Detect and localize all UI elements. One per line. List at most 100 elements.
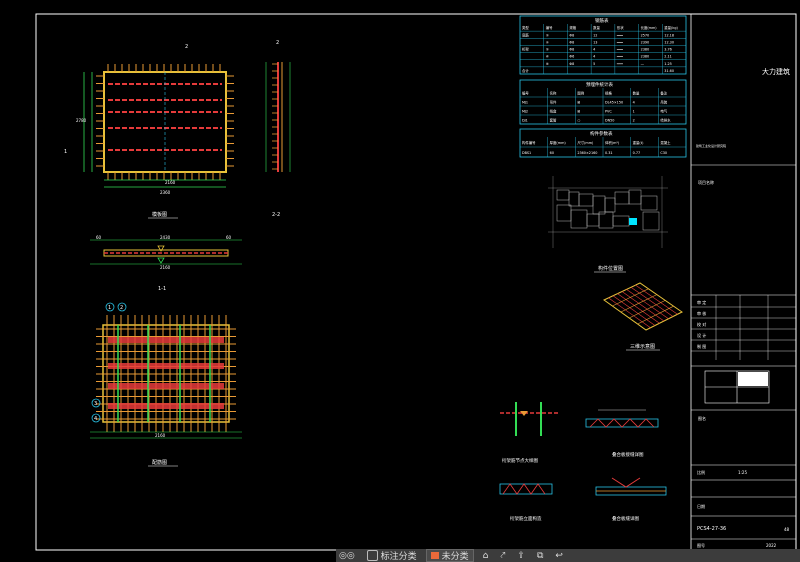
table-cell: 数量 bbox=[633, 90, 640, 95]
table-cell: 5 bbox=[593, 62, 595, 66]
file-icon bbox=[430, 552, 439, 559]
viewer-toolbar: ◎◎ 标注分类 未分类 ⌂ ⤤ ⇪ ⧉ ↩ bbox=[336, 549, 800, 562]
table-cell: 3.76 bbox=[664, 48, 672, 52]
copy-icon[interactable]: ⧉ bbox=[534, 549, 546, 562]
table-cell: Φ8 bbox=[569, 62, 574, 66]
table-cell: 60 bbox=[550, 151, 554, 155]
table-cell: 规格 bbox=[569, 25, 576, 30]
document-tab[interactable]: 未分类 bbox=[425, 549, 474, 562]
embed-table: 编号 名称 图例 规格 数量 备注 MJ1 吊件 ⊠ DL45×150 4 吊装 MJ2 线盒 ⊠ PVC 1 电… bbox=[519, 79, 687, 125]
table-cell: ○ bbox=[577, 118, 580, 122]
site-building-block bbox=[568, 191, 580, 207]
table-cell: 12.30 bbox=[664, 40, 674, 44]
reinf-truss-band bbox=[108, 403, 224, 409]
svg-text:钢筋表: 钢筋表 bbox=[595, 17, 609, 24]
table-cell: 电气 bbox=[660, 108, 667, 113]
axon-rebar-cross bbox=[637, 305, 674, 325]
table-cell: 构件编号 bbox=[522, 140, 536, 145]
table-cell: 2380 bbox=[641, 48, 650, 52]
table-cell: 线盒 bbox=[550, 108, 557, 113]
svg-text:1:25: 1:25 bbox=[738, 470, 747, 475]
section-11-label: 1-1 bbox=[158, 286, 166, 292]
table-cell: ① bbox=[546, 33, 549, 37]
table-cell: 重量(kg) bbox=[664, 25, 678, 30]
table-cell: C30 bbox=[660, 151, 667, 155]
cad-viewport[interactable]: 2360 2160 2780 模板图 2 1 2-2 2 2430 2160 6… bbox=[0, 0, 800, 562]
site-building-block bbox=[556, 189, 570, 201]
table-cell: Φ8 bbox=[569, 33, 574, 37]
share-icon[interactable]: ⤤ bbox=[497, 549, 508, 562]
title-block: 大力建筑 建筑工业化设计研究院 项目名称 审 定审 核校 对设 计制 图 图名 … bbox=[690, 14, 796, 550]
svg-text:桁架筋立面构造: 桁架筋立面构造 bbox=[510, 515, 542, 522]
plan-section-mark-left: 1 bbox=[64, 149, 67, 155]
svg-text:日期: 日期 bbox=[697, 503, 705, 509]
section-22-label: 2-2 bbox=[272, 212, 280, 218]
site-building-block bbox=[640, 195, 658, 211]
param-table: 构件编号 厚度(mm) 尺寸(mm) 体积(m³) 重量(t) 混凝土 DBS1 60 2360… bbox=[519, 128, 687, 158]
site-building-block bbox=[612, 215, 630, 227]
site-plan-label: 构件位置图 bbox=[598, 265, 623, 272]
axon-rebar bbox=[635, 284, 678, 315]
svg-text:预埋件统计表: 预埋件统计表 bbox=[586, 81, 613, 88]
site-building-block bbox=[586, 213, 600, 227]
table-cell: 0.31 bbox=[605, 151, 613, 155]
title-block-role: 设 计 bbox=[697, 332, 706, 338]
svg-text:比例: 比例 bbox=[697, 469, 705, 475]
svg-text:图号: 图号 bbox=[697, 542, 705, 548]
site-building-block bbox=[578, 193, 594, 207]
drawing-number: PCS4-27-36 bbox=[697, 526, 726, 532]
table-cell: MJ1 bbox=[522, 100, 528, 104]
table-cell: 尺寸(mm) bbox=[577, 140, 594, 145]
cad-drawing: 2360 2160 2780 模板图 2 1 2-2 2 2430 2160 6… bbox=[35, 13, 797, 551]
export-icon[interactable]: ⇪ bbox=[514, 549, 528, 562]
section-22-view: 2-2 2 bbox=[265, 40, 291, 218]
table-cell: ④ bbox=[546, 55, 549, 59]
table-cell: 2360×2160 bbox=[577, 151, 597, 155]
glasses-icon[interactable]: ◎◎ bbox=[336, 549, 358, 562]
table-cell: PVC bbox=[605, 109, 612, 113]
table-cell: 1.25 bbox=[664, 62, 672, 66]
current-panel-highlight bbox=[629, 218, 637, 225]
table-cell: 名称 bbox=[550, 90, 557, 95]
svg-text:建筑工业化设计研究院: 建筑工业化设计研究院 bbox=[696, 143, 726, 148]
table-cell: 吊装 bbox=[660, 99, 667, 104]
table-cell: 31.60 bbox=[664, 69, 674, 73]
annotation-category[interactable]: 标注分类 bbox=[364, 549, 420, 562]
reinf-truss-band bbox=[108, 383, 224, 389]
back-icon[interactable]: ↩ bbox=[552, 549, 566, 562]
plan-dim-inner: 2160 bbox=[165, 180, 176, 185]
table-cell: Φ8 bbox=[569, 40, 574, 44]
table-cell: DJ1 bbox=[522, 118, 528, 122]
section-11-view: 2430 2160 60 60 1-1 bbox=[90, 235, 242, 292]
axon-rebar-cross bbox=[612, 288, 649, 307]
table-cell: 混凝土 bbox=[660, 140, 671, 145]
table-cell: — bbox=[641, 62, 645, 66]
site-building-block bbox=[556, 204, 572, 222]
plan-dim-height: 2780 bbox=[76, 118, 87, 123]
table-cell: ━━━ bbox=[616, 40, 624, 44]
company-name: 大力建筑 bbox=[762, 67, 790, 76]
table-cell: 2.11 bbox=[664, 55, 672, 59]
site-building-block bbox=[570, 209, 588, 229]
table-cell: 12.18 bbox=[664, 33, 674, 37]
page-number: 48 bbox=[784, 527, 790, 532]
plan-section-mark: 2 bbox=[185, 44, 188, 50]
table-cell: 0.77 bbox=[633, 151, 641, 155]
site-building-block bbox=[592, 195, 606, 215]
svg-text:2430: 2430 bbox=[160, 235, 171, 240]
table-cell: 2570 bbox=[641, 33, 650, 37]
table-cell: 图例 bbox=[577, 90, 584, 95]
title-block-role: 审 定 bbox=[697, 299, 706, 305]
table-cell: 吊件 bbox=[550, 99, 557, 104]
table-cell: 2390 bbox=[641, 40, 650, 44]
table-cell: 数量 bbox=[593, 25, 600, 30]
svg-text:2160: 2160 bbox=[160, 265, 171, 270]
tag-icon[interactable]: ⌂ bbox=[480, 549, 492, 562]
svg-text:60: 60 bbox=[96, 235, 102, 240]
table-cell: 1 bbox=[633, 109, 635, 113]
plan-view: 2360 2160 2780 模板图 2 1 bbox=[64, 44, 234, 219]
svg-text:1: 1 bbox=[108, 305, 111, 311]
reinforce-rebar-group bbox=[96, 315, 236, 432]
reinforce-view: 2160 1 2 3 4 配筋图 bbox=[90, 302, 242, 467]
reinf-truss-band bbox=[108, 363, 224, 369]
